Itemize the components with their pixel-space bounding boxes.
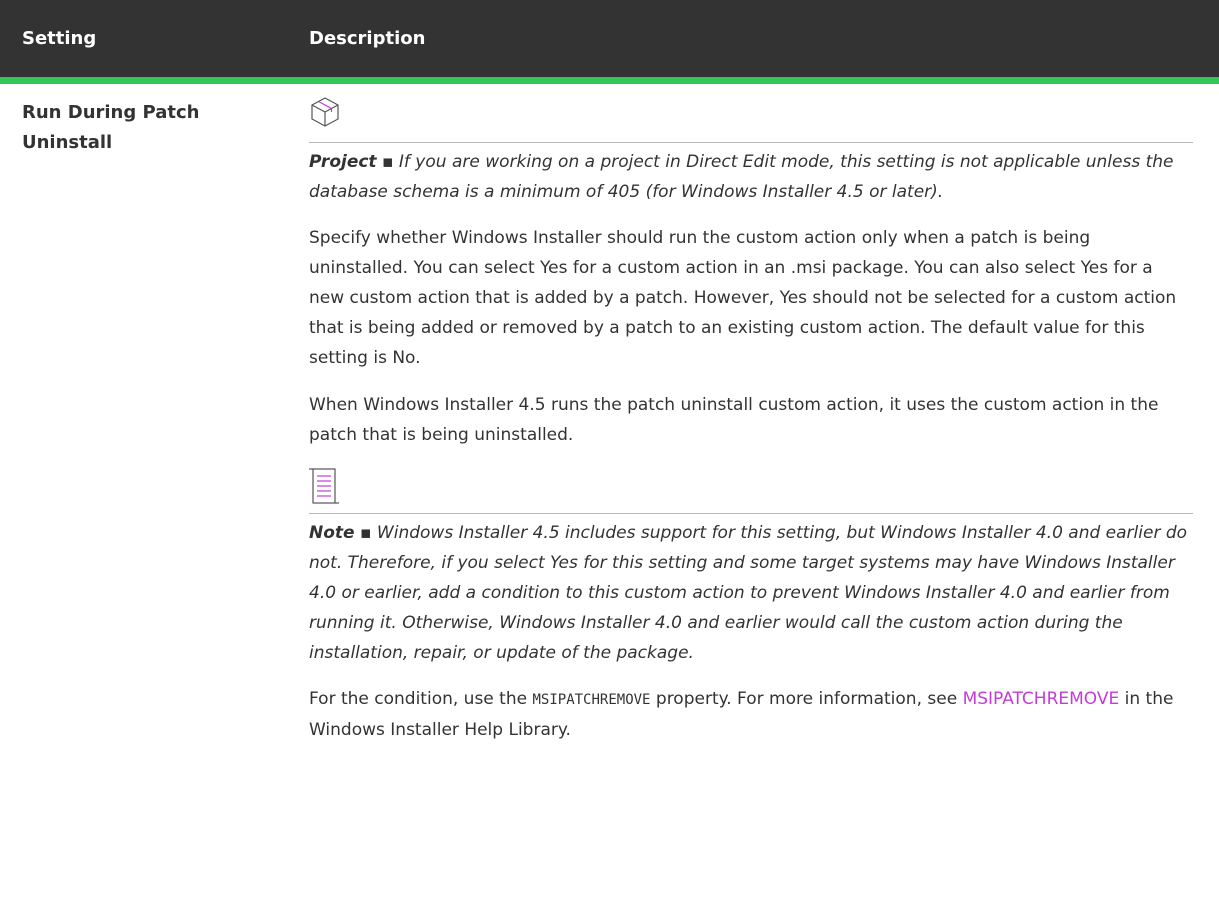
project-callout-text: If you are working on a project in Direc…	[309, 151, 1174, 202]
note-icon	[309, 467, 339, 504]
table-header-row: Setting Description	[0, 0, 1219, 84]
setting-name: Run During Patch Uninstall	[22, 101, 200, 153]
description-paragraph-1: Specify whether Windows Installer should…	[309, 227, 1177, 368]
box-icon	[311, 96, 339, 127]
project-callout-label: Project	[309, 151, 377, 172]
note-callout-label: Note	[309, 522, 355, 543]
table-row: Run During Patch Uninstall Project ▪ If …	[0, 80, 1219, 762]
note-callout-text: Windows Installer 4.5 includes support f…	[309, 522, 1188, 663]
description-paragraph-2: When Windows Installer 4.5 runs the patc…	[309, 394, 1159, 445]
project-callout: Project ▪ If you are working on a projec…	[309, 147, 1193, 207]
note-callout-divider	[309, 512, 1193, 514]
paragraph-3-lead: For the condition, use the	[309, 688, 533, 709]
paragraph-3-mid: property. For more information, see	[650, 688, 963, 709]
note-callout-icon-wrap	[309, 467, 1193, 513]
header-description: Description	[287, 0, 1219, 84]
project-callout-separator: ▪	[376, 151, 399, 172]
settings-table: Setting Description Run During Patch Uni…	[0, 0, 1219, 762]
header-setting: Setting	[0, 0, 287, 84]
description-cell: Project ▪ If you are working on a projec…	[287, 80, 1219, 762]
note-callout-separator: ▪	[354, 522, 377, 543]
project-callout-divider	[309, 141, 1193, 143]
msipatchremove-link[interactable]: MSIPATCHREMOVE	[963, 689, 1120, 709]
description-paragraph-3: For the condition, use the MSIPATCHREMOV…	[309, 684, 1193, 745]
project-callout-icon-wrap	[309, 96, 1193, 142]
note-callout: Note ▪ Windows Installer 4.5 includes su…	[309, 518, 1193, 668]
property-code: MSIPATCHREMOVE	[532, 691, 651, 708]
